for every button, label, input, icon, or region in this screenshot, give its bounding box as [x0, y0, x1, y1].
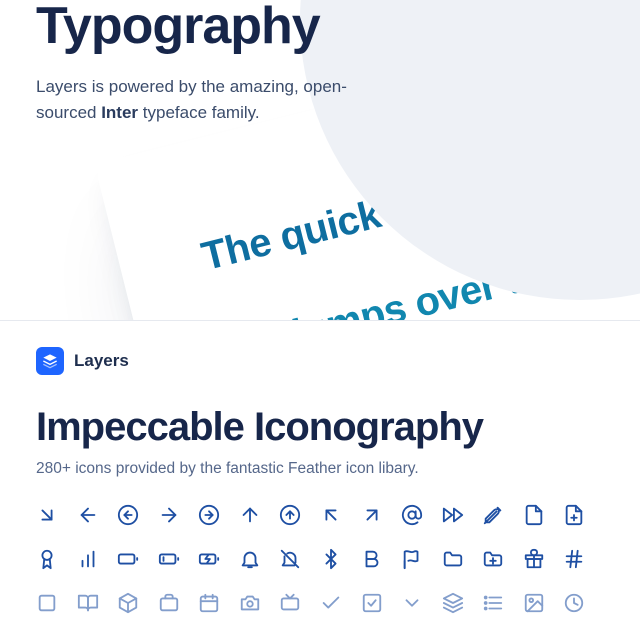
folder-icon — [442, 548, 464, 570]
arrow-right-icon — [158, 504, 180, 526]
bold-icon — [361, 548, 383, 570]
icon-grid — [36, 504, 604, 614]
feather-icon — [482, 504, 504, 526]
camera-icon — [239, 592, 261, 614]
brand-name: Layers — [74, 351, 129, 371]
brand: Layers — [36, 347, 604, 375]
fast-forward-icon — [442, 504, 464, 526]
iconography-section: Layers Impeccable Iconography 280+ icons… — [0, 320, 640, 640]
iconography-heading: Impeccable Iconography — [36, 405, 604, 450]
bell-icon — [239, 548, 261, 570]
battery-low-icon — [158, 548, 180, 570]
image-icon — [523, 592, 545, 614]
hash-icon — [563, 548, 585, 570]
flag-icon — [401, 548, 423, 570]
check-icon — [320, 592, 342, 614]
check-square-icon — [361, 592, 383, 614]
folder-add-icon — [482, 548, 504, 570]
arrow-up-left-icon — [320, 504, 342, 526]
typography-heading: Typography — [36, 0, 604, 56]
box-icon — [117, 592, 139, 614]
calendar-icon — [198, 592, 220, 614]
tv-icon — [279, 592, 301, 614]
arrow-up-right-icon — [361, 504, 383, 526]
arrow-left-icon — [77, 504, 99, 526]
arrow-up-icon — [239, 504, 261, 526]
layers-icon — [442, 592, 464, 614]
book-open-icon — [77, 592, 99, 614]
list-icon — [482, 592, 504, 614]
arrow-up-circle-icon — [279, 504, 301, 526]
arrow-left-circle-icon — [117, 504, 139, 526]
award-icon — [36, 548, 58, 570]
typography-section: Typography Layers is powered by the amaz… — [0, 0, 640, 320]
typography-subtitle: Layers is powered by the amazing, open-s… — [36, 74, 396, 127]
battery-icon — [117, 548, 139, 570]
battery-charging-icon — [198, 548, 220, 570]
bar-chart-icon — [77, 548, 99, 570]
specimen-line: The quick brown — [197, 161, 509, 279]
file-icon — [523, 504, 545, 526]
bell-off-icon — [279, 548, 301, 570]
bluetooth-icon — [320, 548, 342, 570]
clock-icon — [563, 592, 585, 614]
arrow-right-circle-icon — [198, 504, 220, 526]
briefcase-icon — [158, 592, 180, 614]
iconography-subtitle: 280+ icons provided by the fantastic Fea… — [36, 460, 604, 478]
arrow-down-right-icon — [36, 504, 58, 526]
gift-icon — [523, 548, 545, 570]
square-icon — [36, 592, 58, 614]
file-plus-icon — [563, 504, 585, 526]
chevron-down-icon — [401, 592, 423, 614]
at-sign-icon — [401, 504, 423, 526]
layers-logo-icon — [36, 347, 64, 375]
